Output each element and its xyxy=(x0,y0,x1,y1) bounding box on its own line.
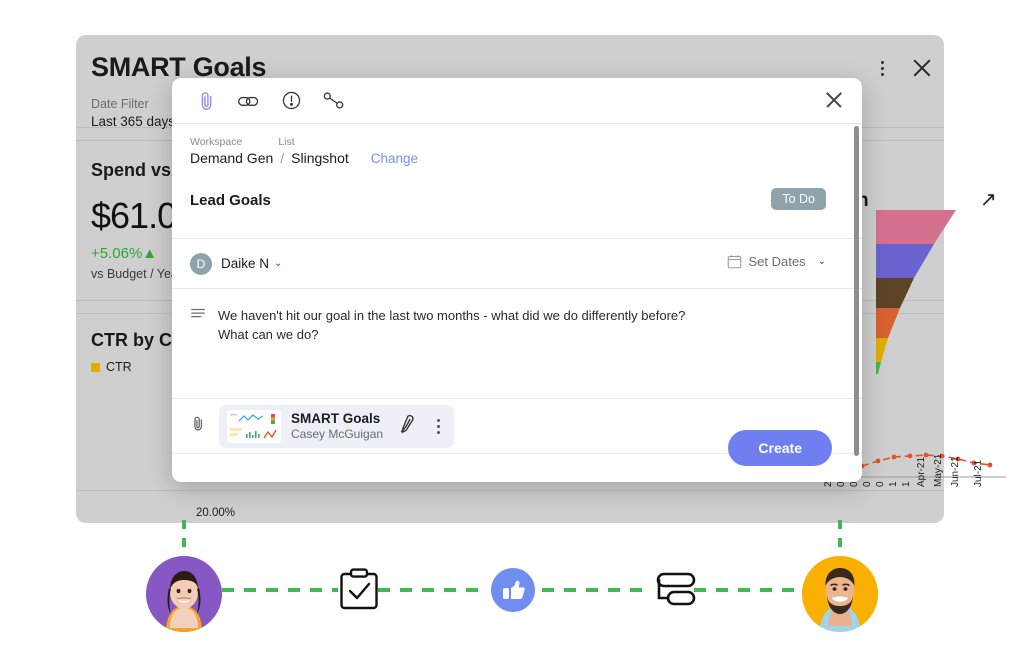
axis-tick: Apr-21 xyxy=(916,456,927,487)
modal-scrollbar[interactable] xyxy=(854,126,859,456)
assignee-name[interactable]: Daike N xyxy=(221,256,269,271)
modal-body: Workspace List Demand Gen / Slingshot Ch… xyxy=(172,124,862,454)
breadcrumb-labels: Workspace List xyxy=(190,136,844,148)
chevron-down-icon: ⌄ xyxy=(817,256,826,267)
dot xyxy=(880,60,884,64)
date-filter-label: Date Filter xyxy=(91,97,149,111)
stacked-list-icon[interactable] xyxy=(646,572,696,613)
workspace-label: Workspace xyxy=(190,136,243,148)
date-filter-value: Last 365 days xyxy=(91,114,176,129)
connector xyxy=(222,588,338,592)
create-task-modal: Workspace List Demand Gen / Slingshot Ch… xyxy=(172,78,862,482)
ctr-legend: CTR xyxy=(91,360,132,374)
breadcrumb-separator: / xyxy=(280,150,285,166)
modal-footer: Create xyxy=(172,420,862,482)
change-link[interactable]: Change xyxy=(371,151,418,166)
axis-tick: 0 xyxy=(836,481,847,487)
workflow-diagram xyxy=(0,520,1024,654)
avatar-person-right[interactable] xyxy=(802,556,878,632)
set-dates-button[interactable]: Set Dates ⌄ xyxy=(727,254,826,269)
funnel-svg xyxy=(876,210,956,374)
axis-tick: 1 xyxy=(901,481,912,487)
close-modal-icon[interactable] xyxy=(822,88,846,112)
breadcrumb: Workspace List Demand Gen / Slingshot Ch… xyxy=(172,124,862,166)
create-button[interactable]: Create xyxy=(728,430,832,466)
avatar-right-svg xyxy=(802,556,878,632)
axis-tick: 0 xyxy=(849,481,860,487)
axis-tick: May-21 xyxy=(933,453,944,487)
link-icon[interactable] xyxy=(228,80,270,122)
description-row[interactable]: We haven't hit our goal in the last two … xyxy=(172,289,862,398)
thumbs-up-icon[interactable] xyxy=(491,568,535,612)
task-title[interactable]: Lead Goals xyxy=(190,192,271,209)
close-icon[interactable] xyxy=(908,54,936,82)
axis-tick: 0 xyxy=(875,481,886,487)
calendar-icon xyxy=(727,255,741,269)
connector xyxy=(378,588,482,592)
avatar[interactable]: D xyxy=(190,252,212,275)
dot xyxy=(880,66,884,70)
connector-vertical xyxy=(838,520,842,554)
description-text: We haven't hit our goal in the last two … xyxy=(218,306,685,398)
description-line-1: We haven't hit our goal in the last two … xyxy=(218,308,686,323)
kpi-delta: +5.06%▲ xyxy=(91,245,158,262)
description-icon xyxy=(190,306,206,398)
axis-tick: 1 xyxy=(888,481,899,487)
avatar-person-left[interactable] xyxy=(146,556,222,632)
list-label: List xyxy=(278,136,295,148)
chevron-down-icon[interactable]: ⌄ xyxy=(274,258,282,269)
ctr-value-axis-label: 20.00% xyxy=(196,507,236,519)
divider xyxy=(76,490,944,491)
description-line-2: What can we do? xyxy=(218,327,319,342)
connector xyxy=(694,588,804,592)
legend-label: CTR xyxy=(106,360,132,374)
modal-toolbar xyxy=(172,78,862,124)
priority-icon[interactable] xyxy=(270,80,312,122)
connector xyxy=(542,588,646,592)
attachment-icon[interactable] xyxy=(186,80,228,122)
kpi-value: $61.0 xyxy=(91,195,177,236)
thumbs-up-svg xyxy=(503,580,525,599)
funnel-chart xyxy=(876,210,1004,398)
expand-arrow-icon[interactable]: ↗ xyxy=(980,187,997,212)
list-value[interactable]: Slingshot xyxy=(291,150,349,166)
date-filter[interactable]: Date Filter Last 365 days xyxy=(91,97,175,129)
breadcrumb-values: Demand Gen / Slingshot Change xyxy=(190,150,844,166)
avatar-left-svg xyxy=(146,556,222,632)
set-dates-label: Set Dates xyxy=(748,254,806,269)
connector-vertical xyxy=(182,520,186,554)
status-badge[interactable]: To Do xyxy=(771,188,826,210)
kpi-subtitle: vs Budget / Year xyxy=(91,267,183,281)
screenshot-root: SMART Goals Date Filter Last 365 days Sp… xyxy=(0,0,1024,654)
task-title-row: Lead Goals To Do xyxy=(172,166,862,238)
dependency-icon[interactable] xyxy=(312,80,354,122)
axis-tick: Jun-21 xyxy=(950,456,961,487)
legend-swatch-icon xyxy=(91,362,100,372)
clipboard-check-icon[interactable] xyxy=(338,568,380,617)
workspace-value[interactable]: Demand Gen xyxy=(190,150,273,166)
assignee-row: D Daike N ⌄ Set Dates ⌄ xyxy=(172,239,862,288)
axis-tick: Jul-21 xyxy=(973,459,984,487)
dot xyxy=(880,72,884,76)
kebab-menu-icon[interactable] xyxy=(873,55,891,81)
axis-tick: 0 xyxy=(862,481,873,487)
